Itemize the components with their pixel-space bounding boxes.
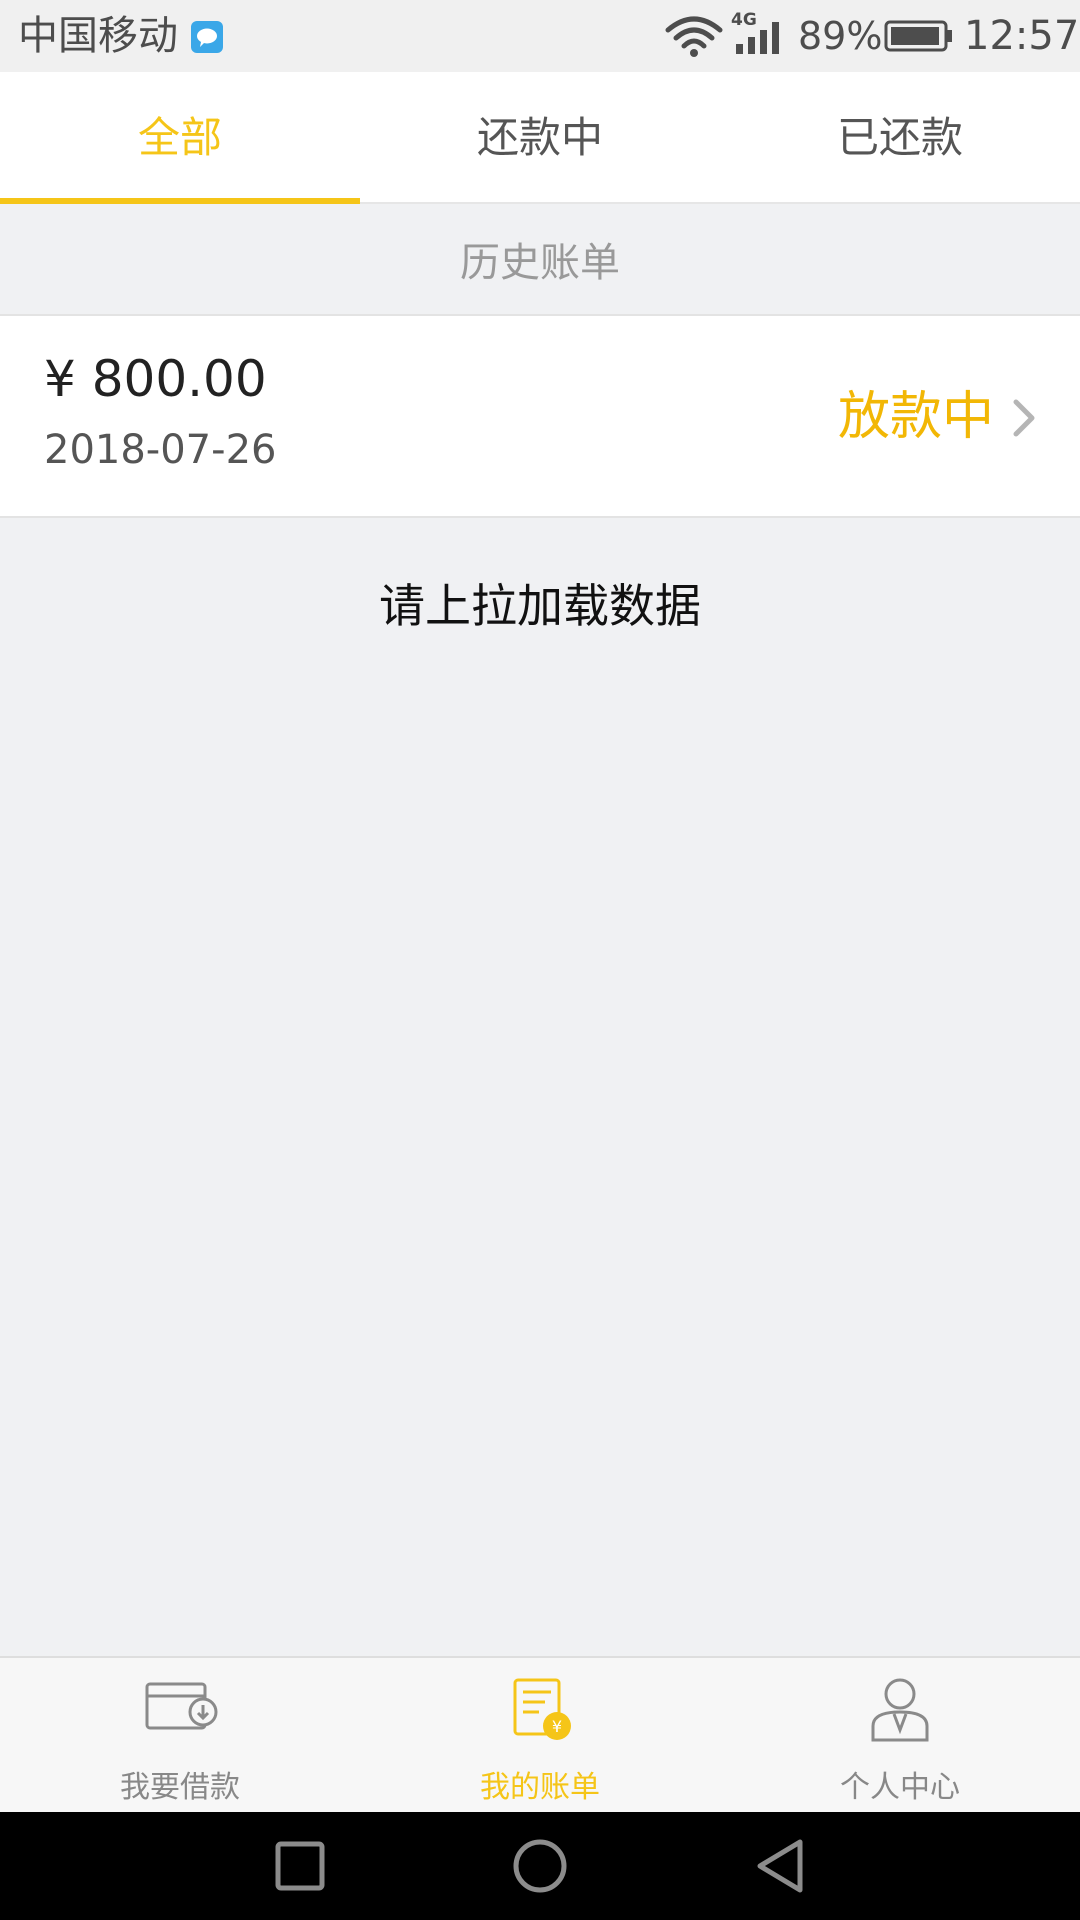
- bill-amount: ¥ 800.00: [44, 350, 267, 408]
- carrier-label: 中国移动: [18, 13, 178, 59]
- bill-date: 2018-07-26: [44, 427, 277, 473]
- bill-status: 放款中: [837, 387, 994, 447]
- filter-tabs: 全部 还款中 已还款: [0, 72, 1080, 204]
- battery-percentage: 89%: [798, 14, 883, 58]
- wallet-icon: [145, 1682, 218, 1730]
- clock: 12:57: [964, 13, 1080, 59]
- nav-label-profile: 个人中心: [840, 1770, 960, 1805]
- tab-repaid[interactable]: 已还款: [720, 72, 1080, 202]
- wifi-icon: [665, 16, 723, 57]
- svg-text:¥: ¥: [552, 1717, 562, 1736]
- chevron-right-icon: [1013, 399, 1035, 437]
- system-nav-bar: [0, 1812, 1080, 1920]
- back-icon[interactable]: [750, 1836, 810, 1896]
- nav-item-borrow[interactable]: 我要借款: [0, 1658, 360, 1812]
- nav-item-my-bills[interactable]: ¥ 我的账单: [360, 1658, 720, 1812]
- home-icon[interactable]: [510, 1836, 570, 1896]
- pull-up-load-hint: 请上拉加载数据: [379, 579, 701, 633]
- nav-label-my-bills: 我的账单: [480, 1770, 600, 1805]
- battery-icon: [884, 20, 952, 52]
- nav-item-profile[interactable]: 个人中心: [720, 1658, 1080, 1812]
- status-bar: 中国移动 4G 89% 12:57: [0, 0, 1080, 72]
- signal-icon: [736, 22, 779, 54]
- person-icon: [871, 1678, 929, 1742]
- recent-apps-icon[interactable]: [270, 1836, 330, 1896]
- tab-all[interactable]: 全部: [0, 72, 360, 204]
- tab-repaying[interactable]: 还款中: [360, 72, 720, 202]
- nav-label-borrow: 我要借款: [120, 1770, 240, 1805]
- bottom-nav: 我要借款 ¥ 我的账单 个人中心: [0, 1656, 1080, 1812]
- bill-list-item[interactable]: ¥ 800.00 2018-07-26 放款中: [0, 316, 1080, 518]
- section-title: 历史账单: [0, 204, 1080, 316]
- bill-icon: ¥: [513, 1678, 571, 1740]
- message-notification-icon: [191, 21, 223, 53]
